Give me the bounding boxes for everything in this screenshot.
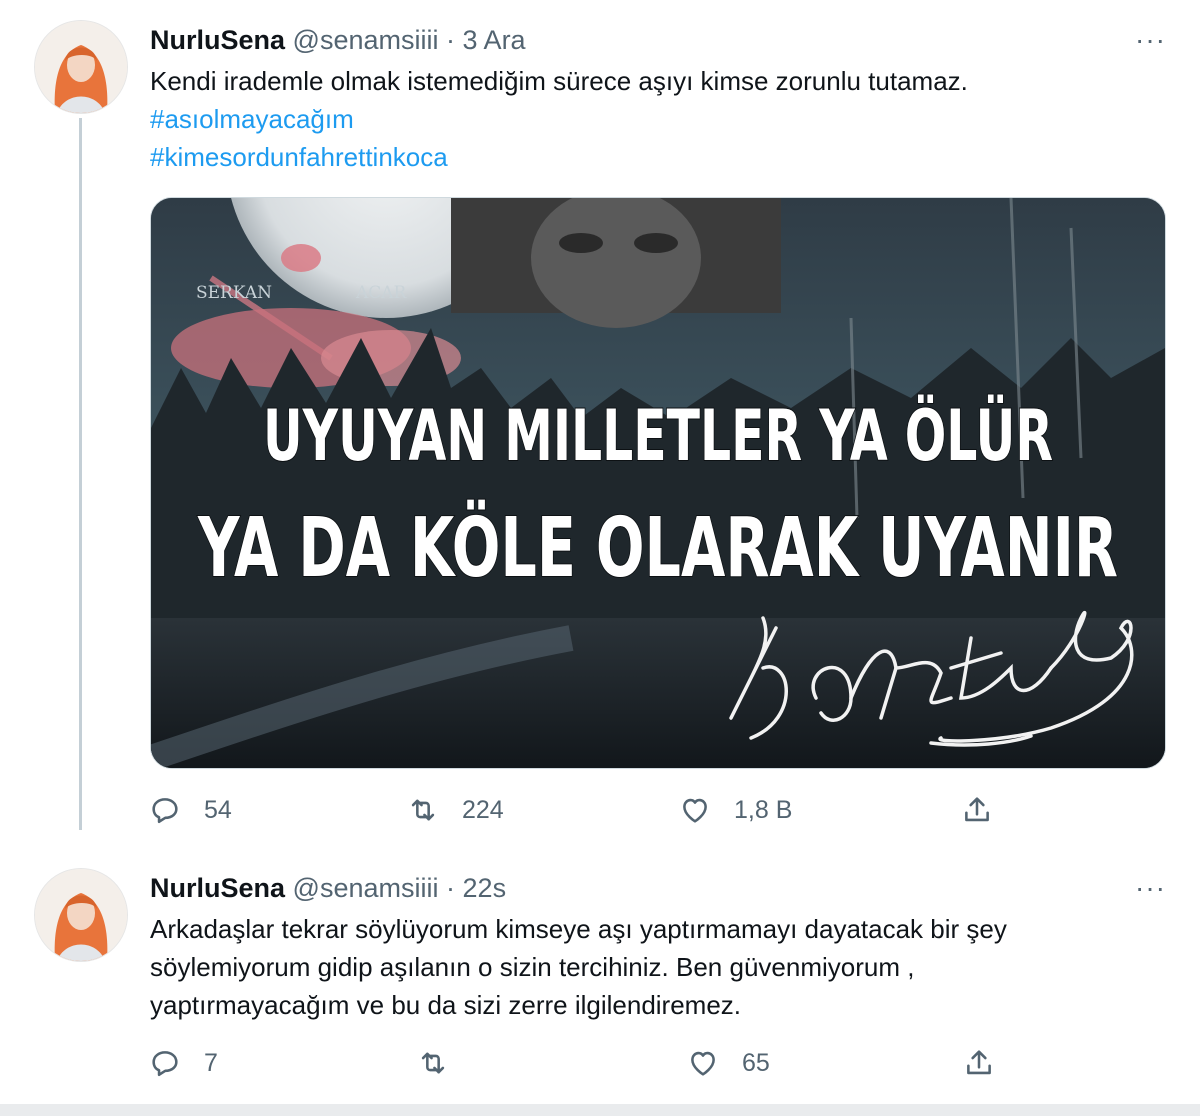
retweet-count: 224 [462, 795, 504, 824]
like-icon [691, 1051, 715, 1076]
reply-button[interactable]: 54 [148, 790, 232, 830]
share-button[interactable] [960, 790, 994, 830]
tweet-text: Arkadaşlar tekrar söylüyorum kimseye aşı… [150, 910, 1170, 1024]
thread-connector-line [79, 118, 82, 830]
reply-icon [152, 798, 178, 824]
tweet-text: Kendi irademle olmak istemediğim sürece … [150, 62, 1170, 176]
tweet-text-line: Arkadaşlar tekrar söylüyorum kimseye aşı… [150, 914, 1007, 944]
display-name[interactable]: NurluSena [150, 873, 285, 903]
tweet[interactable]: NurluSena @senamsiiii · 3 Ara ··· Kendi … [0, 0, 1200, 860]
bottom-divider [0, 1104, 1200, 1116]
tweet-actions: 7 65 [148, 1043, 1048, 1083]
tweet-timestamp[interactable]: 3 Ara [463, 25, 526, 55]
user-handle[interactable]: @senamsiiii [293, 25, 439, 55]
reply-count: 54 [204, 795, 232, 824]
tweet-text-line: yaptırmayacağım ve bu da sizi zerre ilgi… [150, 990, 742, 1020]
like-button[interactable]: 65 [686, 1043, 770, 1083]
tweet-header: NurluSena @senamsiiii · 22s [150, 870, 506, 906]
reply-icon [152, 1051, 178, 1077]
like-button[interactable]: 1,8 B [678, 790, 792, 830]
share-icon [965, 797, 989, 822]
hashtag-link[interactable]: #kimesordunfahrettinkoca [150, 138, 1170, 176]
separator-dot: · [446, 25, 456, 55]
retweet-icon [411, 799, 435, 821]
share-icon [967, 1050, 991, 1075]
separator-dot: · [446, 873, 456, 903]
watermark-left: SERKAN [196, 283, 272, 303]
tweet-actions: 54 224 1,8 B [148, 790, 1048, 830]
watermark-right: ACAR [355, 283, 408, 303]
tweet-header: NurluSena @senamsiiii · 3 Ara [150, 22, 526, 58]
like-icon [683, 798, 707, 823]
retweet-icon [421, 1052, 445, 1074]
reply-count: 7 [204, 1048, 218, 1077]
user-handle[interactable]: @senamsiiii [293, 873, 439, 903]
display-name[interactable]: NurluSena [150, 25, 285, 55]
avatar[interactable] [34, 868, 128, 962]
headline-line-1: UYUYAN MILLETLER YA ÖLÜR [263, 395, 1053, 477]
tweet-image[interactable]: SERKAN ACAR UYUYAN MILLETLER YA ÖLÜR YA … [150, 197, 1166, 769]
more-icon[interactable]: ··· [1135, 874, 1166, 902]
avatar[interactable] [34, 20, 128, 114]
tweet-timestamp[interactable]: 22s [463, 873, 507, 903]
hashtag-link[interactable]: #asıolmayacağım [150, 100, 1170, 138]
retweet-button[interactable]: 224 [406, 790, 504, 830]
tweet-text-content: Kendi irademle olmak istemediğim sürece … [150, 66, 968, 96]
like-count: 1,8 B [734, 795, 793, 824]
like-count: 65 [742, 1048, 770, 1077]
tweet-text-line: söylemiyorum gidip aşılanın o sizin terc… [150, 952, 915, 982]
reply-button[interactable]: 7 [148, 1043, 218, 1083]
share-button[interactable] [962, 1043, 996, 1083]
headline-line-2: YA DA KÖLE OLARAK UYANIR [197, 500, 1118, 596]
tweet[interactable]: NurluSena @senamsiiii · 22s ··· Arkadaşl… [0, 860, 1200, 1105]
more-icon[interactable]: ··· [1135, 26, 1166, 54]
retweet-button[interactable] [416, 1043, 472, 1083]
